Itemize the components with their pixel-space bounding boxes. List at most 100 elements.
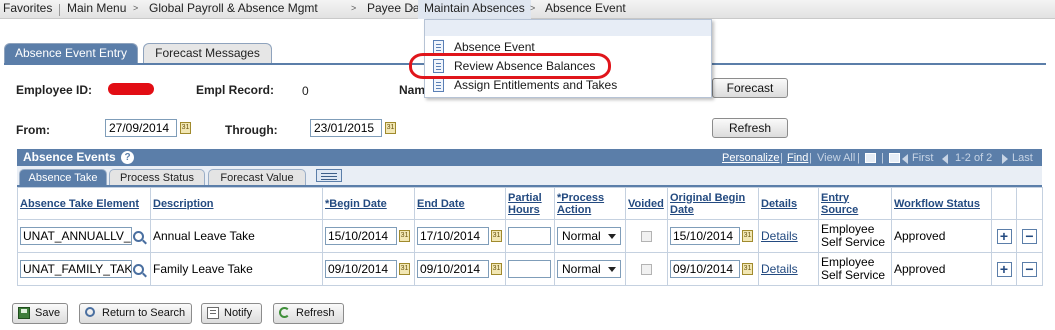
top-navigation-bar: Favorites Main Menu > Global Payroll & A…: [0, 0, 1055, 19]
nav-arrow-icon: >: [409, 3, 415, 13]
col-end-date[interactable]: End Date: [414, 187, 506, 220]
nav-arrow-icon: >: [530, 3, 536, 13]
empl-record-label: Empl Record:: [196, 83, 275, 97]
delete-row-icon[interactable]: −: [1022, 228, 1037, 244]
description-cell: Family Leave Take: [150, 252, 323, 286]
nav-main-menu[interactable]: Main Menu: [67, 0, 126, 19]
begin-date-input[interactable]: 09/10/2014: [325, 260, 397, 278]
save-icon: [18, 307, 30, 319]
partial-hours-cell: [505, 219, 555, 253]
return-to-search-label: Return to Search: [102, 307, 186, 319]
add-cell: +: [991, 219, 1017, 253]
element-input[interactable]: UNAT_ANNUALLV_: [20, 227, 132, 245]
workflow-status-cell: Approved: [891, 252, 992, 286]
show-all-columns-icon[interactable]: [316, 169, 342, 182]
previous-arrow-icon[interactable]: [902, 154, 908, 164]
notify-label: Notify: [224, 307, 253, 319]
element-cell: UNAT_FAMILY_TAK: [17, 252, 151, 286]
tab-absence-event-entry[interactable]: Absence Event Entry: [4, 43, 138, 63]
next-arrow-icon[interactable]: [1002, 154, 1008, 164]
return-to-search-button[interactable]: Return to Search: [79, 303, 192, 324]
partial-hours-input[interactable]: [508, 227, 551, 245]
save-label: Save: [35, 307, 61, 319]
lookup-icon[interactable]: [133, 230, 144, 242]
voided-cell: [625, 252, 668, 286]
workflow-status-cell: Approved: [891, 219, 992, 253]
process-action-value: Normal: [562, 229, 601, 243]
name-label: Nam: [399, 83, 426, 97]
delete-row-icon[interactable]: −: [1022, 261, 1037, 277]
calendar-icon[interactable]: 31: [399, 263, 410, 275]
original-begin-input[interactable]: 15/10/2014: [670, 227, 740, 245]
col-voided[interactable]: Voided: [625, 187, 668, 220]
original-begin-cell: 09/10/2014 31: [667, 252, 759, 286]
partial-hours-input[interactable]: [508, 260, 551, 278]
calendar-icon[interactable]: 31: [742, 230, 753, 242]
col-original-begin-date[interactable]: Original Begin Date: [667, 187, 759, 220]
col-details[interactable]: Details: [758, 187, 819, 220]
calendar-icon[interactable]: 31: [742, 263, 753, 275]
notify-button[interactable]: Notify: [201, 303, 262, 324]
entry-source-cell: Employee Self Service: [818, 252, 892, 286]
details-link[interactable]: Details: [761, 229, 798, 243]
end-date-input[interactable]: 17/10/2014: [417, 227, 489, 245]
previous-arrow-icon[interactable]: [942, 154, 948, 164]
search-icon: [85, 307, 95, 317]
highlight-annotation: [409, 53, 611, 79]
col-begin-date[interactable]: *Begin Date: [322, 187, 415, 220]
menu-top-strip: [425, 20, 711, 36]
col-entry-source[interactable]: Entry Source: [818, 187, 892, 220]
process-action-select[interactable]: Normal: [557, 260, 621, 278]
through-date-input[interactable]: 23/01/2015: [310, 119, 382, 137]
from-date-input[interactable]: 27/09/2014: [105, 119, 177, 137]
col-description[interactable]: Description: [150, 187, 323, 220]
col-workflow-status[interactable]: Workflow Status: [891, 187, 992, 220]
details-cell: Details: [758, 219, 819, 253]
lookup-icon[interactable]: [133, 263, 144, 275]
help-icon[interactable]: ?: [121, 151, 134, 164]
menu-item-label: Absence Event: [454, 40, 535, 54]
voided-cell: [625, 219, 668, 253]
details-link[interactable]: Details: [761, 262, 798, 276]
original-begin-input[interactable]: 09/10/2014: [670, 260, 740, 278]
tab-absence-take[interactable]: Absence Take: [19, 169, 107, 186]
process-action-select[interactable]: Normal: [557, 227, 621, 245]
voided-checkbox[interactable]: [641, 231, 652, 243]
nav-global-payroll[interactable]: Global Payroll & Absence Mgmt: [149, 0, 318, 19]
begin-date-cell: 09/10/2014 31: [322, 252, 415, 286]
col-absence-take-element[interactable]: Absence Take Element: [17, 187, 151, 220]
add-row-icon[interactable]: +: [996, 228, 1012, 244]
menu-item-assign-entitlements[interactable]: Assign Entitlements and Takes: [433, 77, 617, 94]
entry-source-cell: Employee Self Service: [818, 219, 892, 253]
calendar-icon[interactable]: 31: [399, 230, 410, 242]
begin-date-input[interactable]: 15/10/2014: [325, 227, 397, 245]
spreadsheet-icon[interactable]: [889, 153, 900, 163]
empl-record-value: 0: [302, 84, 309, 98]
end-date-input[interactable]: 09/10/2014: [417, 260, 489, 278]
footer-refresh-button[interactable]: Refresh: [273, 303, 344, 324]
chevron-down-icon: [608, 267, 616, 272]
nav-maintain-absences[interactable]: Maintain Absences: [418, 0, 531, 19]
col-process-action[interactable]: *Process Action: [554, 187, 626, 220]
forecast-button[interactable]: Forecast: [712, 78, 788, 98]
download-icon[interactable]: [865, 153, 876, 163]
partial-hours-cell: [505, 252, 555, 286]
calendar-icon[interactable]: 31: [491, 230, 502, 242]
calendar-icon[interactable]: 31: [491, 263, 502, 275]
voided-checkbox[interactable]: [641, 264, 652, 276]
calendar-icon[interactable]: 31: [385, 122, 396, 134]
add-cell: +: [991, 252, 1017, 286]
add-row-icon[interactable]: +: [996, 261, 1012, 277]
col-partial-hours[interactable]: Partial Hours: [505, 187, 555, 220]
element-input[interactable]: UNAT_FAMILY_TAK: [20, 260, 132, 278]
tab-process-status[interactable]: Process Status: [109, 169, 205, 186]
calendar-icon[interactable]: 31: [180, 122, 191, 134]
save-button[interactable]: Save: [12, 303, 68, 324]
nav-favorites[interactable]: Favorites: [3, 0, 52, 19]
refresh-button[interactable]: Refresh: [712, 118, 788, 138]
tab-forecast-messages[interactable]: Forecast Messages: [143, 43, 272, 63]
delete-cell: −: [1016, 219, 1043, 253]
tab-forecast-value[interactable]: Forecast Value: [208, 169, 306, 186]
menu-item-label: Assign Entitlements and Takes: [454, 78, 618, 92]
nav-absence-event[interactable]: Absence Event: [545, 0, 626, 19]
